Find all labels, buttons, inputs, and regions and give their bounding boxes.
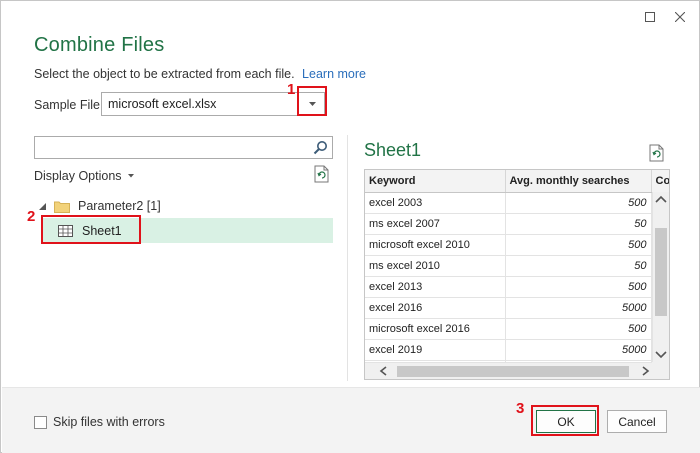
cancel-button[interactable]: Cancel (607, 410, 667, 433)
dialog-title: Combine Files (34, 34, 165, 56)
tree-item-label: Parameter2 [1] (78, 199, 161, 213)
table-cell: 5000 (505, 297, 652, 319)
dialog-footer: Skip files with errors OK Cancel 3 (2, 387, 700, 453)
table-cell: excel 2016 (365, 297, 506, 319)
table-row: microsoft excel 2016 500 (365, 318, 669, 340)
dialog-subtitle: Select the object to be extracted from e… (34, 67, 366, 81)
subtitle-text: Select the object to be extracted from e… (34, 67, 295, 81)
combine-files-dialog: Combine Files Select the object to be ex… (0, 0, 700, 453)
table-cell: excel 2003 (365, 192, 506, 214)
skip-files-checkbox[interactable] (34, 415, 47, 429)
table-row: excel 2016 5000 (365, 297, 669, 319)
chevron-down-icon (127, 174, 134, 178)
table-cell: 500 (505, 276, 652, 298)
table-cell: excel 2013 (365, 276, 506, 298)
maximize-button[interactable] (639, 7, 661, 27)
display-options-dropdown[interactable]: Display Options (34, 169, 134, 183)
close-icon (675, 12, 685, 22)
preview-title: Sheet1 (364, 140, 422, 160)
preview-grid[interactable]: Keyword Avg. monthly searches Co excel 2… (364, 169, 670, 380)
table-row: microsoft excel 2010 500 (365, 234, 669, 256)
horizontal-scrollbar[interactable] (365, 362, 654, 379)
table-cell: 50 (505, 255, 652, 277)
table-icon (58, 224, 73, 237)
skip-files-label: Skip files with errors (53, 415, 165, 429)
table-row: ms excel 2007 50 (365, 213, 669, 235)
scroll-right-icon[interactable] (639, 365, 651, 377)
tree-item-label: Sheet1 (82, 223, 122, 238)
table-cell: excel 2019 (365, 339, 506, 361)
table-cell: ms excel 2010 (365, 255, 506, 277)
column-header-co[interactable]: Co (651, 170, 669, 193)
refresh-icon (314, 165, 329, 183)
expand-triangle-icon[interactable] (39, 202, 46, 210)
learn-more-link[interactable]: Learn more (302, 67, 366, 81)
callout-number-3: 3 (516, 400, 525, 417)
preview-table: Keyword Avg. monthly searches Co excel 2… (365, 170, 669, 379)
scroll-up-icon[interactable] (654, 194, 668, 206)
table-header-row: Keyword Avg. monthly searches Co (365, 170, 669, 193)
horizontal-scroll-thumb[interactable] (397, 366, 629, 377)
ok-button[interactable]: OK (536, 410, 596, 433)
sample-file-value: microsoft excel.xlsx (108, 97, 217, 111)
table-cell: 50 (505, 213, 652, 235)
scroll-down-icon[interactable] (654, 348, 668, 360)
table-cell: ms excel 2007 (365, 213, 506, 235)
search-icon[interactable] (313, 140, 328, 160)
table-cell: microsoft excel 2016 (365, 318, 506, 340)
column-header-avg-monthly-searches[interactable]: Avg. monthly searches (505, 170, 652, 193)
callout-number-1: 1 (287, 81, 296, 98)
tree-item-parameter2[interactable]: Parameter2 [1] (39, 197, 161, 215)
panel-divider (347, 135, 348, 381)
table-cell: 500 (505, 234, 652, 256)
table-row: excel 2013 500 (365, 276, 669, 298)
refresh-navigator-button[interactable] (314, 165, 330, 188)
table-row: ms excel 2010 50 (365, 255, 669, 277)
table-cell: microsoft excel 2010 (365, 234, 506, 256)
scrollbar-corner (652, 362, 669, 379)
tree-item-sheet1[interactable]: Sheet1 (41, 218, 333, 243)
chevron-down-icon (308, 102, 316, 106)
dropdown-arrow[interactable] (303, 96, 321, 112)
close-button[interactable] (669, 7, 691, 27)
refresh-icon (649, 144, 664, 162)
table-cell: 5000 (505, 339, 652, 361)
navigator-search-input[interactable] (34, 136, 333, 159)
skip-files-option[interactable]: Skip files with errors (34, 415, 165, 429)
table-cell: 500 (505, 192, 652, 214)
table-cell: 500 (505, 318, 652, 340)
column-header-keyword[interactable]: Keyword (365, 170, 506, 193)
vertical-scroll-thumb[interactable] (655, 228, 667, 316)
vertical-scrollbar[interactable] (652, 192, 669, 362)
table-row: excel 2003 500 (365, 192, 669, 214)
callout-number-2: 2 (27, 208, 36, 225)
scroll-left-icon[interactable] (378, 365, 390, 377)
sample-file-label: Sample File: (34, 98, 104, 112)
display-options-label: Display Options (34, 169, 122, 183)
maximize-icon (645, 12, 655, 22)
refresh-preview-button[interactable] (649, 144, 665, 167)
folder-icon (54, 201, 70, 213)
table-row: excel 2019 5000 (365, 339, 669, 361)
